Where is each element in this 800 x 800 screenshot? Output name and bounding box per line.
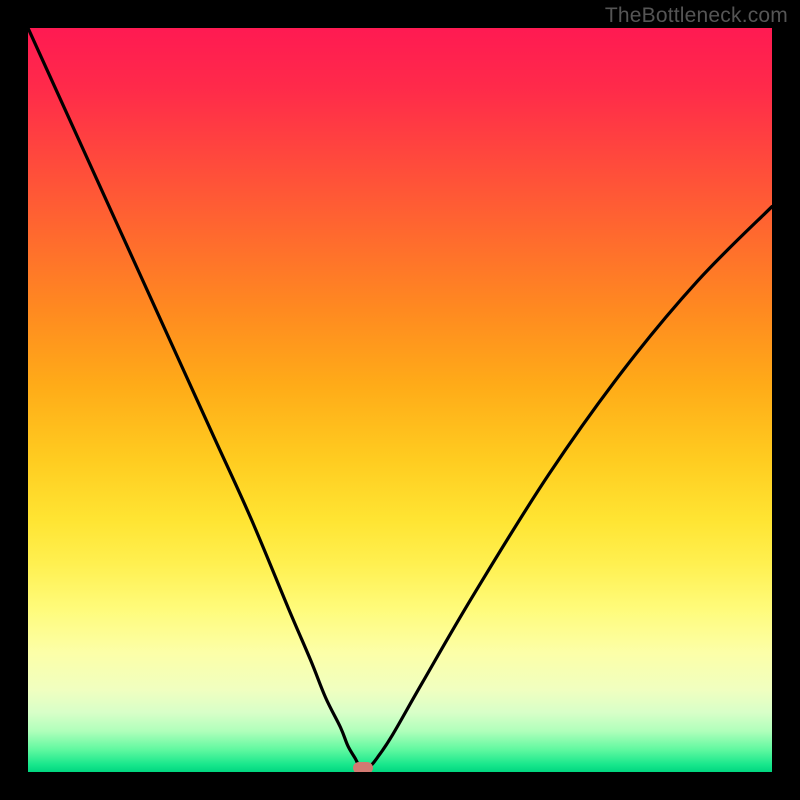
watermark-text: TheBottleneck.com [605, 4, 788, 28]
plot-area [28, 28, 772, 772]
chart-frame: TheBottleneck.com [0, 0, 800, 800]
bottleneck-curve [28, 28, 772, 768]
optimal-point-marker [353, 762, 373, 772]
curve-svg [28, 28, 772, 772]
